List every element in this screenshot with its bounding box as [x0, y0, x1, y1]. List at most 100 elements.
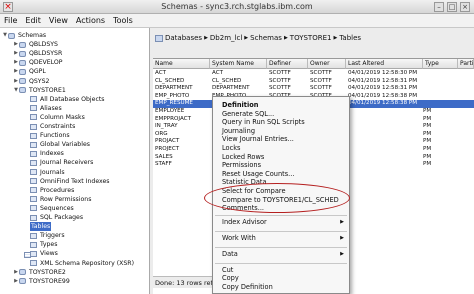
tree-item[interactable]: ▶ TOYSTORE99 — [13, 277, 70, 286]
menu-tools[interactable]: Tools — [109, 14, 137, 27]
column-header[interactable]: Name — [153, 59, 210, 69]
context-menu-item[interactable]: Reset Usage Counts... — [213, 170, 349, 179]
tree-item-label: QSYS2 — [29, 77, 50, 85]
tree-item-label: Indexes — [40, 150, 64, 158]
context-menu-item[interactable]: Index Advisor ▶ — [213, 218, 349, 227]
context-menu-item[interactable]: Copy Definition — [213, 283, 349, 292]
schema-icon — [19, 269, 26, 276]
table-row[interactable]: ACT ACT SCOTTF SCOTTF 04/01/2019 12:58:30 PM — [153, 70, 474, 78]
tree-item-label: OmniFind Text Indexes — [40, 177, 110, 185]
column-header[interactable]: Type — [423, 59, 458, 69]
tree-item[interactable]: Triggers — [24, 231, 65, 240]
tree-item[interactable]: Procedures — [24, 186, 74, 195]
tree-item[interactable]: ▼ TOYSTORE1 — [13, 86, 66, 95]
schema-icon — [8, 32, 15, 39]
tree-item-label: All Database Objects — [40, 95, 105, 103]
table-cell: SALES — [155, 153, 173, 160]
column-header[interactable]: System Name — [210, 59, 267, 69]
tree-item[interactable]: Journals — [24, 168, 65, 177]
context-menu-item[interactable]: Cut — [213, 266, 349, 275]
column-header[interactable]: Owner — [308, 59, 346, 69]
table-cell: EMPPROJACT — [155, 115, 191, 122]
tree-item[interactable]: ▶ QSYS2 — [13, 77, 49, 86]
menu-separator — [215, 230, 347, 232]
table-cell: 04/01/2019 12:58:31 PM — [348, 77, 418, 84]
context-menu-item[interactable]: Select for Compare — [213, 187, 349, 196]
tree-item[interactable]: Journal Receivers — [24, 158, 93, 167]
tree-item[interactable]: Views — [24, 249, 58, 258]
context-menu-item[interactable]: Statistic Data — [213, 178, 349, 187]
tree-item[interactable]: ▶ QDEVELOP — [13, 58, 62, 67]
submenu-arrow-icon: ▶ — [340, 218, 344, 225]
menu-edit[interactable]: Edit — [21, 14, 45, 27]
tree-item[interactable]: Global Variables — [24, 140, 90, 149]
context-menu-item[interactable]: Compare to TOYSTORE1/CL_SCHED — [213, 196, 349, 205]
context-menu-item[interactable]: Locked Rows — [213, 153, 349, 162]
folder-icon — [30, 205, 37, 212]
tree-item[interactable]: Sequences — [24, 204, 74, 213]
table-cell: 04/01/2019 12:58:30 PM — [348, 70, 418, 76]
tree-item[interactable]: Tables — [24, 222, 52, 259]
context-menu-item[interactable]: Work With ▶ — [213, 234, 349, 243]
tree-item-label: Column Masks — [40, 113, 85, 121]
menu-view[interactable]: View — [45, 14, 72, 27]
maximize-button[interactable]: □ — [447, 2, 457, 12]
breadcrumb-item[interactable]: Databases — [165, 34, 202, 42]
column-header[interactable]: Definer — [267, 59, 308, 69]
folder-icon — [30, 178, 37, 185]
tree-item[interactable]: SQL Packages — [24, 213, 83, 222]
tree-item[interactable]: Functions — [24, 131, 70, 140]
column-header[interactable]: Partitio — [458, 59, 474, 69]
table-cell: STAFF — [155, 161, 172, 168]
tree-item[interactable]: Types — [24, 240, 57, 249]
tree-item[interactable]: ▶ QGPL — [13, 67, 46, 76]
close-button[interactable]: × — [460, 2, 470, 12]
context-menu-item[interactable]: Query in Run SQL Scripts — [213, 118, 349, 127]
tree-item[interactable]: Row Permissions — [24, 195, 91, 204]
window-title: Schemas - sync3.rch.stglabs.ibm.com — [161, 2, 313, 11]
context-menu-item[interactable]: Permissions — [213, 161, 349, 170]
tree-item[interactable]: Column Masks — [24, 113, 85, 122]
menu-file[interactable]: File — [0, 14, 21, 27]
folder-icon — [30, 187, 37, 194]
table-cell: CL_SCHED — [155, 77, 185, 84]
tree-item[interactable]: Aliases — [24, 104, 62, 113]
minimize-button[interactable]: – — [434, 2, 444, 12]
folder-icon — [30, 196, 37, 203]
tree-item-label: SQL Packages — [40, 214, 84, 221]
tree-item[interactable]: XML Schema Repository (XSR) — [24, 259, 134, 268]
context-menu-item[interactable]: Locks — [213, 144, 349, 153]
context-menu-item[interactable]: Definition — [213, 101, 349, 110]
table-cell: EMP_PHOTO — [155, 92, 190, 99]
tree-item-label: Journals — [40, 168, 65, 176]
menu-separator — [215, 214, 347, 216]
context-menu-item[interactable]: Copy — [213, 274, 349, 283]
table-cell-tail: PM — [423, 153, 432, 160]
context-menu-item[interactable]: Journaling — [213, 127, 349, 136]
context-menu-item[interactable]: Data ▶ — [213, 250, 349, 259]
tree-item[interactable]: Indexes — [24, 149, 64, 158]
tree-item-label: Triggers — [40, 232, 65, 240]
table-cell: ACT — [155, 70, 167, 76]
tree-item[interactable]: ▶ QBLDSYSR — [13, 49, 62, 58]
tree-item[interactable]: Constraints — [24, 122, 75, 131]
tree-item[interactable]: ▼ Schemas — [2, 31, 46, 40]
table-row[interactable]: CL_SCHED CL_SCHED SCOTTF SCOTTF 04/01/2019 1… — [153, 78, 474, 86]
table-row[interactable]: DEPARTMENT DEPARTMENT SCOTTF SCOTTF 04/01/20… — [153, 85, 474, 93]
tree-item[interactable]: All Database Objects — [24, 95, 105, 104]
context-menu-item[interactable]: View Journal Entries... — [213, 135, 349, 144]
menu-separator — [215, 262, 347, 264]
breadcrumb-item[interactable]: Schemas — [250, 34, 282, 42]
menu-actions[interactable]: Actions — [72, 14, 109, 27]
breadcrumb-item[interactable]: Tables — [339, 34, 361, 42]
table-cell-tail: PM — [423, 146, 432, 152]
breadcrumb-item[interactable]: TOYSTORE1 — [290, 34, 332, 42]
context-menu-item[interactable]: Comments... — [213, 204, 349, 213]
column-header[interactable]: Last Altered — [346, 59, 423, 69]
table-cell: SCOTTF — [269, 70, 291, 76]
tree-item[interactable]: ▶ TOYSTORE2 — [13, 268, 66, 277]
breadcrumb-item[interactable]: Db2m_lcl — [210, 34, 242, 42]
tree-item[interactable]: OmniFind Text Indexes — [24, 177, 110, 186]
tree-item[interactable]: ▶ QBLDSYS — [13, 40, 58, 49]
context-menu-item[interactable]: Generate SQL... — [213, 110, 349, 119]
